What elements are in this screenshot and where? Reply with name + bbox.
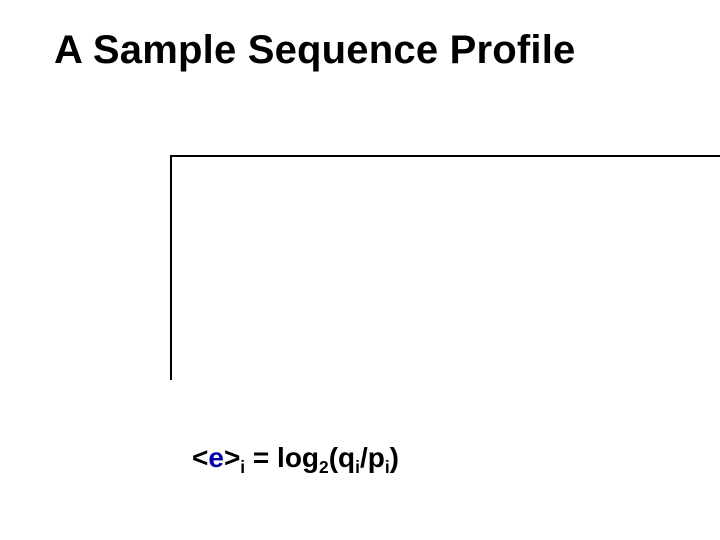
close-paren: ) xyxy=(390,442,399,473)
equals-log: = log xyxy=(245,442,319,473)
slash-p: /p xyxy=(360,442,385,473)
subscript-i-p: i xyxy=(385,457,390,477)
angle-close: > xyxy=(224,442,240,473)
subscript-i-q: i xyxy=(355,457,360,477)
subscript-i-left: i xyxy=(240,457,245,477)
chart-frame xyxy=(170,155,720,380)
slide-title: A Sample Sequence Profile xyxy=(54,28,575,73)
open-paren-q: (q xyxy=(329,442,355,473)
formula: <e>i = log2(qi/pi) xyxy=(192,442,399,474)
slide: A Sample Sequence Profile <e>i = log2(qi… xyxy=(0,0,720,540)
angle-open: < xyxy=(192,442,208,473)
subscript-2: 2 xyxy=(319,457,329,477)
epsilon-symbol: e xyxy=(208,442,224,473)
